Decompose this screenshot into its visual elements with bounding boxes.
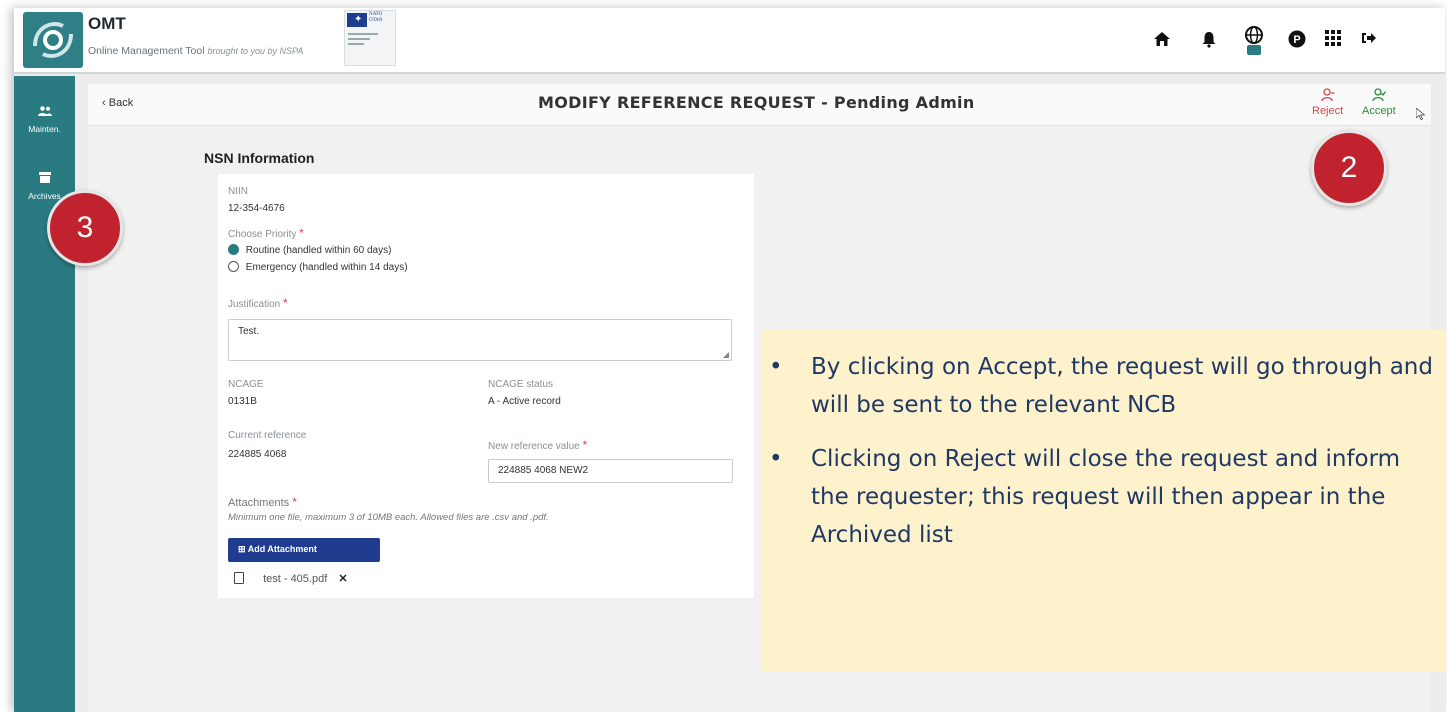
user-check-icon: [1362, 88, 1396, 105]
logout-icon[interactable]: [1358, 30, 1380, 52]
ncage-status-label: NCAGE status: [488, 379, 554, 390]
instruction-bullet: By clicking on Accept, the request will …: [761, 348, 1441, 424]
current-reference-label: Current reference: [228, 430, 307, 441]
instruction-bullet: Clicking on Reject will close the reques…: [761, 440, 1441, 554]
svg-text:P: P: [1293, 34, 1300, 46]
justification-label: Justification *: [228, 296, 288, 310]
ncage-status-value: A - Active record: [488, 396, 561, 407]
attachment-item: test - 405.pdf ✕: [234, 572, 348, 585]
radio-selected-icon: [228, 244, 239, 255]
plus-square-icon: ⊞: [238, 544, 246, 554]
page-toolbar: ‹ Back MODIFY REFERENCE REQUEST - Pendin…: [88, 84, 1431, 126]
priority-routine-radio[interactable]: Routine (handled within 60 days): [228, 244, 391, 256]
required-marker: *: [299, 226, 304, 240]
attachments-hint: Minimum one file, maximum 3 of 10MB each…: [228, 512, 549, 523]
attachments-label-text: Attachments: [228, 497, 290, 509]
chevron-left-icon: ‹: [102, 97, 106, 109]
required-marker: *: [283, 296, 288, 310]
step-badge-2: 2: [1311, 130, 1387, 206]
home-icon[interactable]: [1151, 30, 1173, 52]
step-badge-3: 3: [47, 190, 123, 266]
add-attachment-button[interactable]: ⊞ Add Attachment: [228, 538, 380, 562]
app-window: OMT Online Management Tool brought to yo…: [14, 8, 1445, 712]
ncage-label: NCAGE: [228, 379, 264, 390]
page-title: MODIFY REFERENCE REQUEST - Pending Admin: [538, 93, 975, 112]
justification-label-text: Justification: [228, 299, 281, 310]
remove-attachment-icon[interactable]: ✕: [338, 573, 347, 585]
priority-emergency-radio[interactable]: Emergency (handled within 14 days): [228, 261, 408, 273]
back-label: Back: [108, 97, 134, 109]
instruction-callout: By clicking on Accept, the request will …: [761, 330, 1445, 672]
reject-label: Reject: [1312, 105, 1344, 117]
priority-label: Choose Priority *: [228, 226, 304, 240]
section-title: NSN Information: [204, 150, 315, 166]
niin-value: 12-354-4676: [228, 203, 285, 214]
justification-value: Test.: [238, 326, 260, 337]
globe-icon[interactable]: [1243, 26, 1265, 56]
sidebar-item-mainten[interactable]: Mainten.: [14, 106, 75, 134]
app-subtitle-text: Online Management Tool: [88, 45, 205, 57]
resize-handle-icon[interactable]: ◢: [723, 350, 729, 359]
user-remove-icon: [1312, 88, 1343, 105]
sidebar-item-label: Mainten.: [28, 124, 61, 134]
app-name: OMT: [88, 14, 126, 33]
nato-flag-icon: ✦: [347, 13, 367, 27]
parking-icon[interactable]: P: [1286, 30, 1308, 52]
nsn-form-card: NIIN 12-354-4676 Choose Priority * Routi…: [218, 174, 754, 598]
new-reference-input[interactable]: 224885 4068 NEW2: [488, 459, 733, 483]
users-icon: [14, 106, 75, 120]
nato-badge-text: NATO OTAN: [369, 12, 383, 23]
attachments-label: Attachments *: [228, 495, 297, 509]
new-reference-label-text: New reference value: [488, 441, 580, 452]
attachment-file-name[interactable]: test - 405.pdf: [263, 573, 327, 585]
ncage-value: 0131B: [228, 396, 257, 407]
new-reference-label: New reference value *: [488, 438, 587, 452]
app-tagline: brought to you by NSPA: [207, 46, 304, 56]
archive-icon: [14, 172, 75, 187]
priority-label-text: Choose Priority: [228, 229, 297, 240]
accept-label: Accept: [1362, 105, 1396, 117]
mouse-cursor-icon: [1415, 107, 1426, 123]
radio-label: Routine (handled within 60 days): [245, 245, 392, 256]
app-subtitle: Online Management Tool brought to you by…: [88, 45, 303, 57]
justification-textarea[interactable]: Test. ◢: [228, 319, 732, 361]
app-header: OMT Online Management Tool brought to yo…: [14, 8, 1445, 74]
reject-button[interactable]: Reject: [1312, 88, 1343, 117]
omt-logo[interactable]: [23, 12, 83, 68]
radio-label: Emergency (handled within 14 days): [245, 262, 408, 273]
current-reference-value: 224885 4068: [228, 449, 287, 460]
grid-icon[interactable]: [1322, 30, 1344, 52]
bell-icon[interactable]: [1198, 30, 1220, 52]
back-button[interactable]: ‹ Back: [102, 97, 133, 109]
add-attachment-label: Add Attachment: [247, 544, 317, 554]
radio-unselected-icon: [228, 261, 239, 272]
file-icon: [234, 572, 244, 584]
required-marker: *: [292, 495, 297, 509]
instruction-list: By clicking on Accept, the request will …: [761, 348, 1441, 570]
accept-button[interactable]: Accept: [1362, 88, 1396, 117]
required-marker: *: [582, 438, 588, 452]
nato-logo: ✦ NATO OTAN: [344, 10, 396, 66]
niin-label: NIIN: [228, 186, 248, 197]
sidebar: Mainten. Archives: [14, 76, 75, 712]
